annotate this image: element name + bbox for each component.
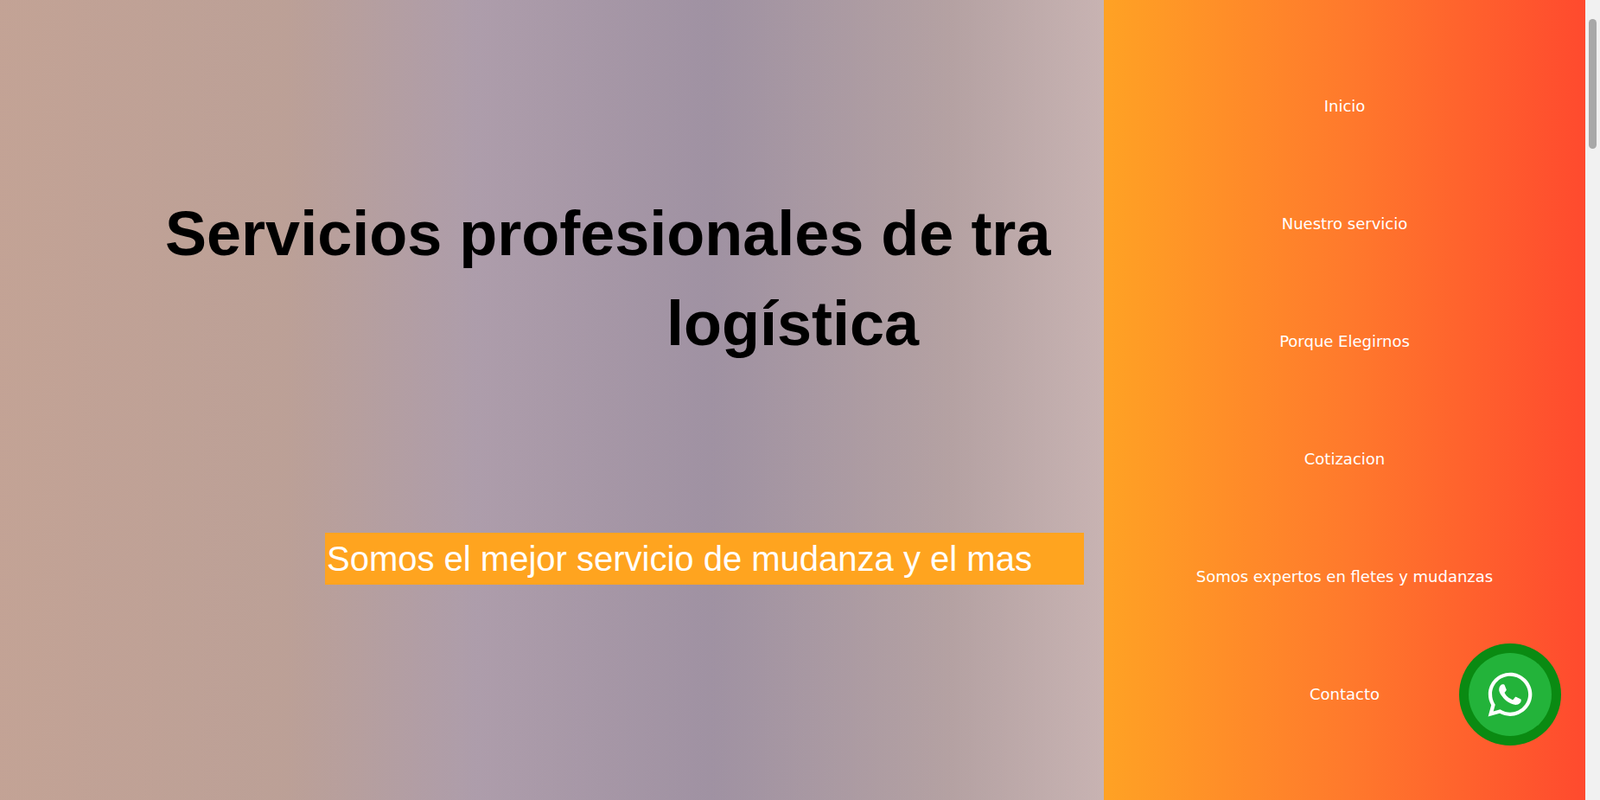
menu-item[interactable]: Contacto <box>1309 681 1380 708</box>
menu-item[interactable]: Inicio <box>1324 93 1366 120</box>
hero-subtitle: Somos el mejor servicio de mudanza y el … <box>325 532 1084 585</box>
page: Servicios profesionales de tralogísticaS… <box>0 0 1600 800</box>
menu-item[interactable]: Somos expertos en fletes y mudanzas <box>1196 563 1493 590</box>
viewport: Servicios profesionales de tralogísticaS… <box>0 0 1586 800</box>
whatsapp-icon <box>1485 669 1536 720</box>
scrollbar[interactable] <box>1585 0 1600 800</box>
whatsapp-badge <box>1468 652 1552 736</box>
scrollbar-thumb[interactable] <box>1588 19 1597 149</box>
menu-item[interactable]: Nuestro servicio <box>1281 210 1409 237</box>
whatsapp-button[interactable] <box>1459 643 1562 746</box>
menu-item[interactable]: Porque Elegirnos <box>1279 328 1410 355</box>
menu-item[interactable]: Cotizacion <box>1304 446 1385 472</box>
